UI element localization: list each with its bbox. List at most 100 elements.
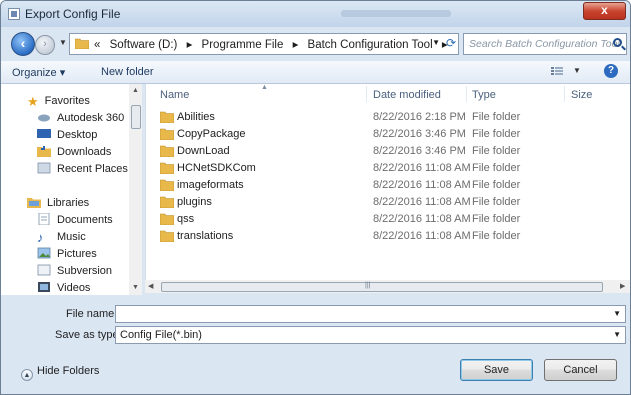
views-icon[interactable] bbox=[551, 66, 563, 76]
breadcrumb-separator[interactable]: ▸ bbox=[293, 39, 299, 51]
file-name-field[interactable]: ▼ bbox=[115, 305, 626, 323]
star-icon: ★ bbox=[27, 94, 39, 109]
cloud-icon bbox=[38, 114, 50, 122]
file-row[interactable]: qss 8/22/2016 11:08 AM File folder bbox=[146, 211, 630, 228]
save-button[interactable]: Save bbox=[460, 359, 533, 381]
breadcrumb-programme-file[interactable]: Programme File bbox=[202, 39, 284, 51]
sidebar-item-downloads[interactable]: Downloads bbox=[37, 144, 111, 160]
hide-folders-label: Hide Folders bbox=[37, 365, 100, 377]
save-type-label: Save as type: bbox=[55, 329, 122, 341]
file-type: File folder bbox=[472, 162, 521, 174]
sidebar-item-label: Recent Places bbox=[57, 163, 128, 175]
sidebar-item-documents[interactable]: Documents bbox=[37, 212, 113, 228]
sort-indicator-icon: ▲ bbox=[261, 84, 268, 91]
file-row[interactable]: imageformats 8/22/2016 11:08 AM File fol… bbox=[146, 177, 630, 194]
folder-icon bbox=[160, 230, 174, 242]
column-header-size[interactable]: Size bbox=[571, 89, 592, 101]
recent-places-icon bbox=[37, 162, 51, 174]
sidebar-item-subversion[interactable]: Subversion bbox=[37, 263, 112, 279]
sidebar-item-label: Pictures bbox=[57, 248, 97, 260]
scroll-thumb[interactable] bbox=[131, 105, 141, 129]
scroll-thumb[interactable] bbox=[161, 282, 603, 292]
column-divider[interactable] bbox=[564, 86, 565, 102]
file-type: File folder bbox=[472, 230, 521, 242]
file-type: File folder bbox=[472, 179, 521, 191]
file-date: 8/22/2016 11:08 AM bbox=[373, 162, 471, 174]
sidebar-item-label: Documents bbox=[57, 214, 113, 226]
file-date: 8/22/2016 11:08 AM bbox=[373, 179, 471, 191]
organize-button[interactable]: Organize ▾ bbox=[12, 66, 65, 79]
file-type: File folder bbox=[472, 128, 521, 140]
sidebar-item-music[interactable]: ♪ Music bbox=[37, 229, 86, 245]
new-folder-button[interactable]: New folder bbox=[101, 66, 154, 78]
scroll-right-icon[interactable]: ▶ bbox=[620, 282, 625, 290]
libraries-header[interactable]: Libraries bbox=[27, 195, 89, 211]
sidebar-scrollbar[interactable]: ▲ ▼ bbox=[129, 84, 142, 295]
close-button[interactable]: x bbox=[583, 2, 626, 20]
back-button[interactable]: ‹ bbox=[11, 32, 35, 56]
desktop-icon bbox=[37, 129, 51, 138]
search-input[interactable]: Search Batch Configuration Tool bbox=[469, 38, 620, 50]
breadcrumb-drive[interactable]: Software (D:) bbox=[110, 39, 178, 51]
command-toolbar: Organize ▾ New folder ▼ ? bbox=[1, 61, 630, 84]
horizontal-scrollbar[interactable]: ◀ ||| ▶ bbox=[145, 280, 630, 293]
help-icon[interactable]: ? bbox=[604, 64, 618, 78]
sidebar-item-videos[interactable]: Videos bbox=[37, 280, 90, 295]
videos-icon bbox=[38, 282, 50, 292]
file-list: ▲ Name Date modified Type Size Abilities… bbox=[145, 84, 630, 280]
folder-icon bbox=[160, 145, 174, 157]
subversion-icon bbox=[37, 264, 51, 276]
forward-button[interactable]: › bbox=[35, 35, 55, 55]
file-row[interactable]: HCNetSDKCom 8/22/2016 11:08 AM File fold… bbox=[146, 160, 630, 177]
sidebar-item-label: Music bbox=[57, 231, 86, 243]
favorites-header[interactable]: ★ Favorites bbox=[27, 93, 90, 109]
file-row[interactable]: CopyPackage 8/22/2016 3:46 PM File folde… bbox=[146, 126, 630, 143]
file-row[interactable]: translations 8/22/2016 11:08 AM File fol… bbox=[146, 228, 630, 245]
folder-icon bbox=[75, 38, 89, 49]
file-date: 8/22/2016 11:08 AM bbox=[373, 230, 471, 242]
search-box[interactable]: Search Batch Configuration Tool bbox=[463, 33, 627, 55]
file-date: 8/22/2016 3:46 PM bbox=[373, 128, 466, 140]
cancel-button[interactable]: Cancel bbox=[544, 359, 617, 381]
save-type-dropdown-icon[interactable]: ▼ bbox=[613, 330, 621, 339]
breadcrumb-overflow[interactable]: « bbox=[94, 39, 100, 51]
views-dropdown-icon[interactable]: ▼ bbox=[573, 66, 581, 75]
sidebar-item-autodesk[interactable]: Autodesk 360 bbox=[37, 110, 124, 126]
sidebar-item-desktop[interactable]: Desktop bbox=[37, 127, 97, 143]
scroll-left-icon[interactable]: ◀ bbox=[148, 282, 153, 290]
navigation-pane: ★ Favorites Autodesk 360 Desktop Download… bbox=[1, 84, 142, 295]
file-name: DownLoad bbox=[177, 145, 230, 157]
column-divider[interactable] bbox=[466, 86, 467, 102]
music-icon: ♪ bbox=[37, 230, 44, 245]
pictures-icon bbox=[37, 247, 51, 259]
column-divider[interactable] bbox=[366, 86, 367, 102]
sidebar-item-pictures[interactable]: Pictures bbox=[37, 246, 97, 262]
file-name: Abilities bbox=[177, 111, 215, 123]
column-header-name[interactable]: Name bbox=[160, 89, 189, 101]
file-name-dropdown-icon[interactable]: ▼ bbox=[613, 309, 621, 318]
file-name-label: File name: bbox=[66, 308, 118, 320]
breadcrumb-batch-tool[interactable]: Batch Configuration Tool bbox=[308, 39, 433, 51]
refresh-icon[interactable]: ⟳ bbox=[446, 36, 456, 50]
sidebar-item-label: Subversion bbox=[57, 265, 113, 277]
file-row[interactable]: DownLoad 8/22/2016 3:46 PM File folder bbox=[146, 143, 630, 160]
breadcrumb-separator[interactable]: ▸ bbox=[187, 39, 193, 51]
hide-folders-button[interactable]: ▲ Hide Folders bbox=[21, 365, 99, 381]
scroll-down-icon[interactable]: ▼ bbox=[132, 284, 139, 291]
file-row[interactable]: plugins 8/22/2016 11:08 AM File folder bbox=[146, 194, 630, 211]
file-row[interactable]: Abilities 8/22/2016 2:18 PM File folder bbox=[146, 109, 630, 126]
save-type-select[interactable]: Config File(*.bin) ▼ bbox=[115, 326, 626, 344]
column-header-type[interactable]: Type bbox=[472, 89, 496, 101]
sidebar-item-recent[interactable]: Recent Places bbox=[37, 161, 128, 177]
libraries-label: Libraries bbox=[47, 197, 90, 209]
column-header-date[interactable]: Date modified bbox=[373, 89, 441, 101]
scroll-up-icon[interactable]: ▲ bbox=[132, 87, 139, 94]
scroll-grip-icon: ||| bbox=[365, 282, 371, 289]
title-bar[interactable]: Export Config File x bbox=[1, 1, 630, 27]
search-icon[interactable] bbox=[613, 38, 622, 47]
chevron-up-icon: ▲ bbox=[21, 369, 33, 381]
address-bar[interactable]: « Software (D:) ▸ Programme File ▸ Batch… bbox=[69, 33, 459, 55]
file-name: HCNetSDKCom bbox=[177, 162, 256, 174]
history-dropdown-icon[interactable]: ▼ bbox=[59, 38, 67, 47]
address-dropdown-icon[interactable]: ▼ bbox=[432, 38, 440, 47]
